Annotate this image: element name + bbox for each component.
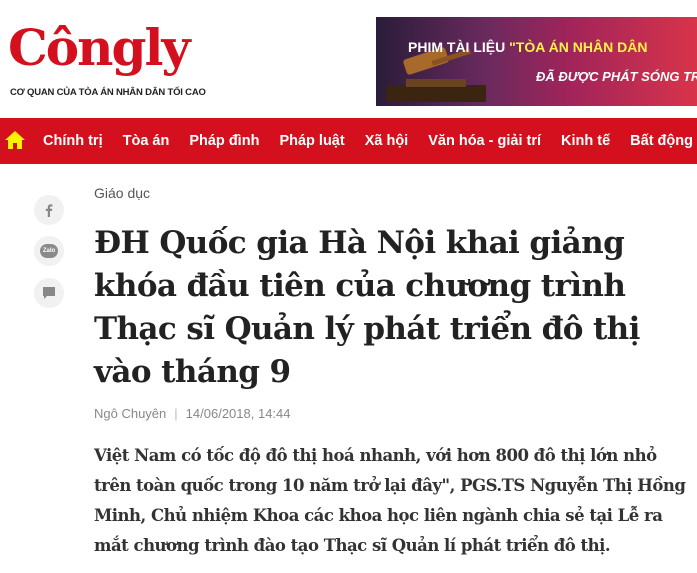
nav-items: Chính trị Tòa án Pháp đình Pháp luật Xã …	[33, 118, 697, 164]
nav-item-van-hoa-giai-tri[interactable]: Văn hóa - giải trí	[418, 118, 551, 164]
ad-banner[interactable]: PHIM TÀI LIỆU "TÒA ÁN NHÂN DÂN ĐÃ ĐƯỢC P…	[376, 17, 697, 106]
main-nav: Chính trị Tòa án Pháp đình Pháp luật Xã …	[0, 118, 697, 164]
logo-tagline: CƠ QUAN CỦA TÒA ÁN NHÂN DÂN TỐI CAO	[10, 87, 206, 98]
banner-line-2: ĐÃ ĐƯỢC PHÁT SÓNG TR	[536, 69, 697, 84]
nav-item-phap-dinh[interactable]: Pháp đình	[179, 118, 269, 164]
site-header: Côngly CƠ QUAN CỦA TÒA ÁN NHÂN DÂN TỐI C…	[0, 0, 697, 118]
banner-line-1: PHIM TÀI LIỆU "TÒA ÁN NHÂN DÂN	[408, 39, 647, 55]
meta-separator: |	[174, 406, 178, 421]
article-sapo: Việt Nam có tốc độ đô thị hoá nhanh, với…	[94, 446, 686, 555]
nav-item-bat-dong-san[interactable]: Bất động	[620, 118, 697, 164]
comment-button[interactable]	[34, 278, 64, 308]
facebook-icon	[45, 204, 53, 217]
share-facebook-button[interactable]	[34, 195, 64, 225]
nav-item-toa-an[interactable]: Tòa án	[113, 118, 180, 164]
banner-highlight: "TÒA ÁN NHÂN DÂN	[509, 39, 648, 55]
article-category[interactable]: Giáo dục	[94, 185, 150, 201]
site-logo[interactable]: Côngly CƠ QUAN CỦA TÒA ÁN NHÂN DÂN TỐI C…	[8, 18, 206, 99]
article-date: 14/06/2018, 14:44	[185, 406, 291, 421]
nav-item-xa-hoi[interactable]: Xã hội	[355, 118, 419, 164]
article-title: ĐH Quốc gia Hà Nội khai giảng khóa đầu t…	[94, 225, 640, 390]
article-author[interactable]: Ngô Chuyên	[94, 406, 166, 421]
nav-item-phap-luat[interactable]: Pháp luật	[269, 118, 354, 164]
article-meta: Ngô Chuyên | 14/06/2018, 14:44	[94, 406, 291, 421]
logo-wordmark: Côngly	[8, 18, 191, 77]
zalo-icon: Zalo	[40, 244, 58, 258]
nav-item-chinh-tri[interactable]: Chính trị	[33, 118, 113, 164]
gavel-icon	[386, 47, 486, 102]
banner-prefix: PHIM TÀI LIỆU	[408, 39, 506, 55]
comment-icon	[43, 287, 55, 299]
share-zalo-button[interactable]: Zalo	[34, 236, 64, 266]
home-icon[interactable]	[4, 129, 26, 151]
nav-item-kinh-te[interactable]: Kinh tế	[551, 118, 620, 164]
